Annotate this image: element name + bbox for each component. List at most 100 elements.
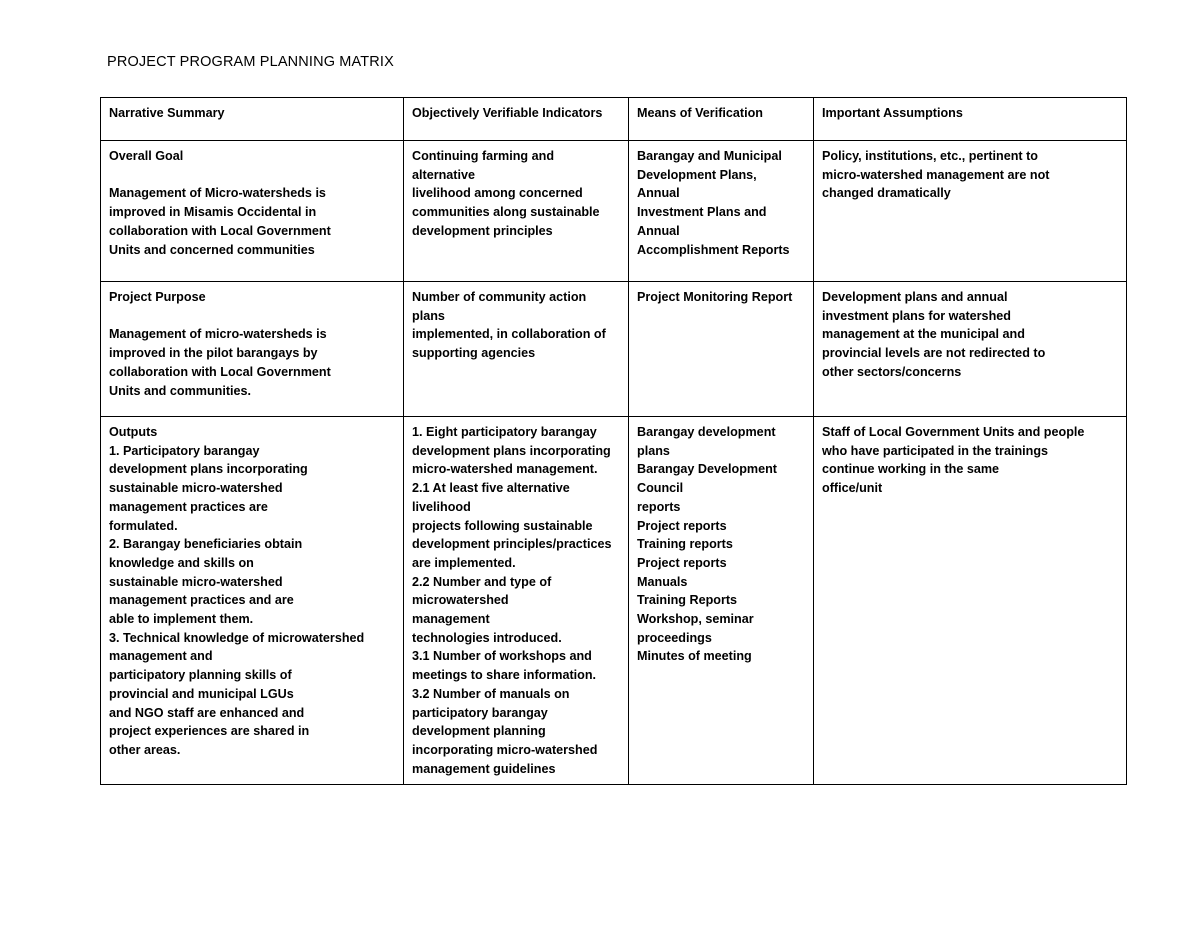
cell-text-line: micro-watershed management. <box>412 462 598 477</box>
cell-text-line: provincial and municipal LGUs <box>109 686 294 701</box>
cell-text-line: participatory barangay <box>412 705 548 720</box>
cell-text-line: management practices and are <box>109 593 294 608</box>
header-row: Narrative Summary Objectively Verifiable… <box>100 97 1127 141</box>
cell-text-line: investment plans for watershed <box>822 308 1011 323</box>
cell-text-line: 1. Participatory barangay <box>109 443 260 458</box>
cell-text-line: 2.1 At least five alternative <box>412 481 570 496</box>
cell-text-line: Accomplishment Reports <box>637 242 790 257</box>
cell-text-line <box>109 307 395 326</box>
cell-assumptions: Policy, institutions, etc., pertinent to… <box>813 140 1127 282</box>
cell-text-line: Project Purpose <box>109 290 206 304</box>
cell-text-line: sustainable micro-watershed <box>109 481 283 496</box>
cell-text-line: Management of Micro-watersheds is <box>109 186 326 201</box>
table-body: Overall Goal Management of Micro-watersh… <box>100 140 1127 786</box>
table-row: Outputs 1. Participatory barangay developm… <box>100 415 1127 786</box>
page-title: PROJECT PROGRAM PLANNING MATRIX <box>107 54 394 70</box>
cell-text-line: livelihood <box>412 499 471 514</box>
cell-text-line: livelihood among concerned <box>412 186 583 201</box>
cell-text-line: collaboration with Local Government <box>109 364 331 379</box>
cell-text-line: Development Plans, <box>637 167 757 182</box>
cell-text-line: microwatershed <box>412 593 509 608</box>
cell-text-line: and NGO staff are enhanced and <box>109 705 305 720</box>
cell-text-line: provincial levels are not redirected to <box>822 346 1046 361</box>
cell-verification: Barangay and Municipal Development Plans,… <box>628 140 814 282</box>
cell-text-line: reports <box>637 499 681 514</box>
cell-text-line: Development plans and annual <box>822 290 1008 304</box>
cell-text-line: development planning <box>412 724 546 739</box>
cell-text-line: Barangay and Municipal <box>637 149 782 163</box>
cell-text-line: improved in the pilot barangays by <box>109 346 318 361</box>
cell-text-line: office/unit <box>822 481 883 496</box>
cell-text-line: other areas. <box>109 742 181 757</box>
cell-text-line: management guidelines <box>412 761 556 776</box>
planning-matrix-table: Narrative Summary Objectively Verifiable… <box>100 97 1127 786</box>
cell-text-line: micro-watershed management are not <box>822 167 1050 182</box>
cell-text-line: Overall Goal <box>109 149 184 163</box>
cell-text-line: able to implement them. <box>109 612 254 627</box>
cell-text-line: Continuing farming and <box>412 149 555 163</box>
cell-text-line: Project reports <box>637 555 727 570</box>
cell-indicators: 1. Eight participatory barangay developme… <box>403 415 629 786</box>
cell-text-line: alternative <box>412 167 475 182</box>
cell-text-line: who have participated in the trainings <box>822 443 1049 458</box>
cell-text-line: Investment Plans and <box>637 205 767 220</box>
cell-text-line: development principles/practices <box>412 537 612 552</box>
cell-text-line: management practices are <box>109 499 268 514</box>
cell-text-line: communities along sustainable <box>412 205 600 220</box>
cell-text-line: Management of micro-watersheds is <box>109 327 327 342</box>
column-header-important-assumptions: Important Assumptions <box>813 97 1127 141</box>
cell-text-line: technologies introduced. <box>412 630 562 645</box>
cell-text-line: Project reports <box>637 518 727 533</box>
cell-text-line: development principles <box>412 223 553 238</box>
cell-verification: Project Monitoring Report <box>628 281 814 417</box>
cell-text-line: management at the municipal and <box>822 327 1025 342</box>
cell-text-line: Minutes of meeting <box>637 649 752 664</box>
cell-verification: Barangay development plans Barangay Develo… <box>628 415 814 786</box>
document-page: PROJECT PROGRAM PLANNING MATRIX Narrativ… <box>0 0 1200 927</box>
cell-narrative-summary: Outputs 1. Participatory barangay developm… <box>100 415 404 786</box>
cell-text-line: 3.1 Number of workshops and <box>412 649 592 664</box>
cell-text-line: development plans incorporating <box>412 443 611 458</box>
cell-text-line: Outputs <box>109 425 158 439</box>
cell-text-line: changed dramatically <box>822 186 951 201</box>
cell-text-line: collaboration with Local Government <box>109 223 331 238</box>
table-row: Project Purpose Management of micro-wate… <box>100 281 1127 417</box>
cell-text-line: development plans incorporating <box>109 462 308 477</box>
cell-text-line: Barangay development <box>637 425 776 439</box>
cell-text-line: management <box>412 612 490 627</box>
cell-narrative-summary: Overall Goal Management of Micro-watersh… <box>100 140 404 282</box>
cell-text-line: Training reports <box>637 537 733 552</box>
cell-text-line: Annual <box>637 223 680 238</box>
cell-text-line: Training Reports <box>637 593 738 608</box>
cell-text-line: proceedings <box>637 630 712 645</box>
table-row: Overall Goal Management of Micro-watersh… <box>100 140 1127 282</box>
column-header-objectively-verifiable-indicators: Objectively Verifiable Indicators <box>403 97 629 141</box>
cell-narrative-summary: Project Purpose Management of micro-wate… <box>100 281 404 417</box>
cell-text-line: supporting agencies <box>412 346 536 361</box>
cell-text-line: Number of community action <box>412 290 587 304</box>
column-header-narrative-summary: Narrative Summary <box>100 97 404 141</box>
cell-text-line: plans <box>637 443 670 458</box>
cell-text-line: improved in Misamis Occidental in <box>109 205 317 220</box>
cell-text-line: meetings to share information. <box>412 668 597 683</box>
cell-text-line: incorporating micro-watershed <box>412 742 598 757</box>
cell-text-line: Annual <box>637 186 680 201</box>
cell-indicators: Continuing farming and alternative livelih… <box>403 140 629 282</box>
cell-text-line: project experiences are shared in <box>109 724 310 739</box>
cell-text-line: sustainable micro-watershed <box>109 574 283 589</box>
planning-matrix-container: Narrative Summary Objectively Verifiable… <box>100 97 1127 786</box>
cell-text-line: Policy, institutions, etc., pertinent to <box>822 149 1038 163</box>
cell-text-line: plans <box>412 308 445 323</box>
cell-text-line: Barangay Development <box>637 462 777 477</box>
cell-text-line: Units and communities. <box>109 383 252 398</box>
cell-text-line: formulated. <box>109 518 178 533</box>
cell-assumptions: Staff of Local Government Units and peop… <box>813 415 1127 786</box>
table-header: Narrative Summary Objectively Verifiable… <box>100 97 1127 141</box>
cell-text-line: 3.2 Number of manuals on <box>412 686 570 701</box>
cell-indicators: Number of community action plans implement… <box>403 281 629 417</box>
cell-assumptions: Development plans and annual investment p… <box>813 281 1127 417</box>
cell-text-line: Council <box>637 481 684 496</box>
cell-text-line: Workshop, seminar <box>637 612 754 627</box>
cell-text-line: continue working in the same <box>822 462 1000 477</box>
cell-text-line: 1. Eight participatory barangay <box>412 425 597 439</box>
